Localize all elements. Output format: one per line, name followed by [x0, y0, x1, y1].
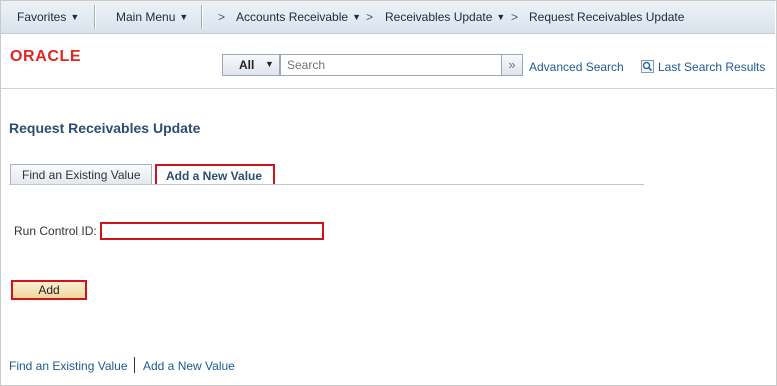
search-input[interactable] [280, 54, 502, 76]
search-go-button[interactable]: » [501, 54, 523, 76]
search-scope-label: All [239, 58, 255, 72]
nav-divider [94, 5, 95, 29]
footer-link-find-existing-value[interactable]: Find an Existing Value [9, 359, 128, 373]
tab-find-existing-value[interactable]: Find an Existing Value [10, 164, 152, 184]
chevron-down-icon: ▼ [496, 12, 506, 22]
nav-divider [201, 5, 202, 29]
tabs-divider [9, 184, 644, 185]
favorites-label: Favorites [17, 10, 67, 24]
favorites-menu[interactable]: Favorites ▼ [17, 10, 79, 24]
header: ORACLE All ▼ » Advanced Search Last Sear… [1, 34, 775, 89]
run-control-id-label: Run Control ID: [14, 224, 97, 238]
last-search-results-icon [641, 60, 654, 73]
main-menu-label: Main Menu [116, 10, 176, 24]
chevron-right-icon: > [366, 10, 374, 24]
main-menu[interactable]: Main Menu ▼ [116, 10, 188, 24]
oracle-logo: ORACLE [10, 48, 82, 65]
breadcrumb-label: Receivables Update [385, 10, 493, 24]
breadcrumb-accounts-receivable[interactable]: Accounts Receivable ▼ [236, 10, 361, 24]
footer-link-add-new-value[interactable]: Add a New Value [143, 359, 235, 373]
breadcrumb-receivables-update[interactable]: Receivables Update ▼ [385, 10, 505, 24]
add-button[interactable]: Add [11, 280, 87, 300]
page-title: Request Receivables Update [9, 120, 201, 136]
double-chevron-right-icon: » [508, 57, 516, 72]
breadcrumb-label: Accounts Receivable [236, 10, 349, 24]
chevron-down-icon: ▼ [265, 59, 274, 69]
advanced-search-link[interactable]: Advanced Search [529, 60, 624, 74]
tab-add-new-value[interactable]: Add a New Value [155, 164, 275, 185]
last-search-results-link[interactable]: Last Search Results [658, 60, 765, 74]
chevron-down-icon: ▼ [352, 12, 361, 22]
footer-divider [134, 357, 135, 373]
chevron-down-icon: ▼ [179, 12, 189, 22]
chevron-down-icon: ▼ [70, 12, 80, 22]
top-nav-bar: Favorites ▼ Main Menu ▼ > Accounts Receiva… [1, 1, 775, 34]
run-control-id-input[interactable] [100, 222, 324, 240]
breadcrumb-current-page: Request Receivables Update [529, 10, 685, 24]
search-scope-select[interactable]: All ▼ [222, 54, 280, 76]
chevron-right-icon: > [511, 10, 519, 24]
chevron-right-icon: > [218, 10, 226, 24]
